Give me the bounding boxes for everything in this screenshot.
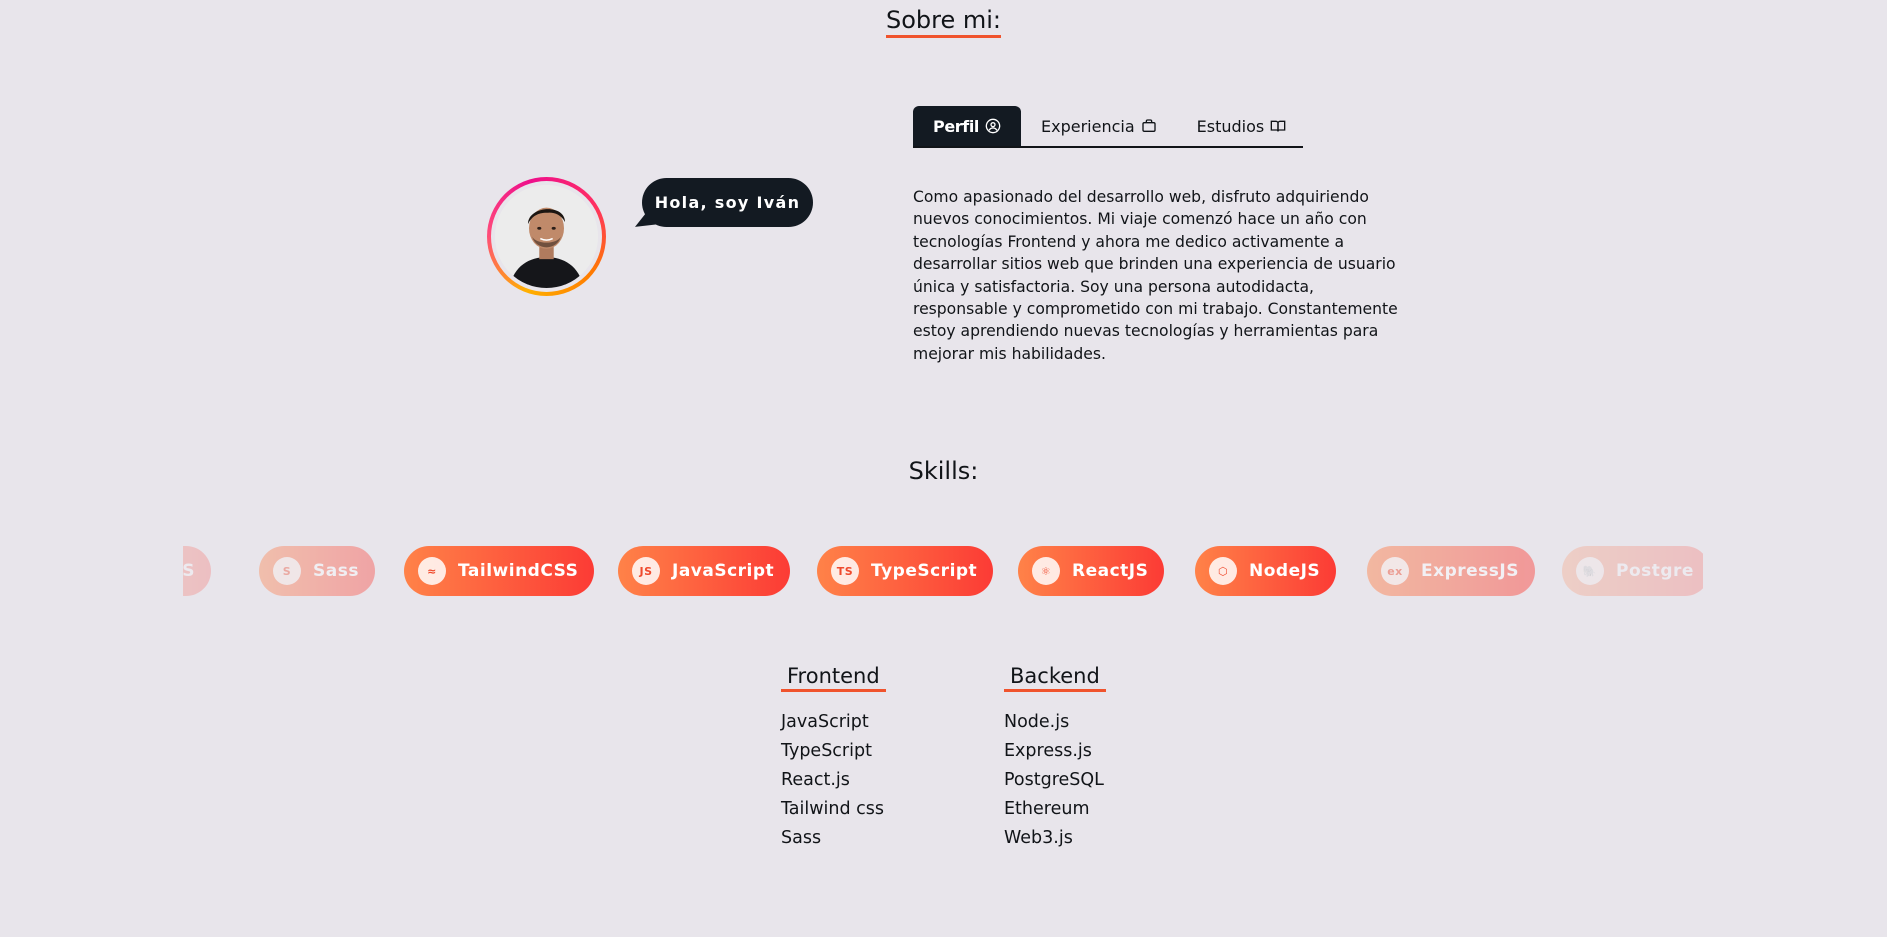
user-circle-icon	[985, 118, 1001, 134]
tab-experiencia-label: Experiencia	[1041, 116, 1135, 136]
frontend-list: JavaScript TypeScript React.js Tailwind …	[781, 708, 886, 853]
postgresql-icon: 🐘	[1576, 557, 1604, 585]
frontend-column: Frontend JavaScript TypeScript React.js …	[781, 664, 886, 853]
skill-pill-reactjs: ⚛ ReactJS	[1018, 546, 1165, 596]
skill-label: Sass	[313, 561, 359, 581]
list-item: TypeScript	[781, 741, 872, 761]
tab-estudios[interactable]: Estudios	[1177, 106, 1307, 146]
skill-label: ExpressJS	[1421, 561, 1519, 581]
list-item: React.js	[781, 770, 850, 790]
skill-pill-typescript: TS TypeScript	[817, 546, 994, 596]
greeting-text: Hola, soy Iván	[654, 193, 801, 212]
about-title-text: Sobre mi:	[885, 6, 1002, 38]
skill-label: TailwindCSS	[458, 561, 579, 581]
tab-perfil-label: Perfil	[933, 116, 979, 136]
tailwind-icon: ≈	[418, 557, 446, 585]
skills-carousel[interactable]: CSS S Sass ≈ TailwindCSS JS JavaScript T…	[183, 546, 1703, 598]
list-item: JavaScript	[781, 712, 869, 732]
skill-pill-expressjs: ex ExpressJS	[1367, 546, 1535, 596]
tab-estudios-label: Estudios	[1196, 116, 1265, 136]
backend-list: Node.js Express.js PostgreSQL Ethereum W…	[1004, 708, 1106, 853]
nodejs-icon: ⬡	[1209, 557, 1237, 585]
tab-perfil[interactable]: Perfil	[913, 106, 1021, 146]
skill-pill-javascript: JS JavaScript	[618, 546, 791, 596]
list-item: Tailwind css	[781, 799, 885, 819]
about-section-title: Sobre mi:	[0, 6, 1887, 38]
react-icon: ⚛	[1032, 557, 1060, 585]
skill-label: TypeScript	[871, 561, 978, 581]
skill-label: Postgre	[1616, 561, 1694, 581]
list-item: Express.js	[1004, 741, 1092, 761]
skill-pill-tailwindcss: ≈ TailwindCSS	[404, 546, 595, 596]
skill-pill-css: CSS	[183, 546, 212, 596]
javascript-icon: JS	[632, 557, 660, 585]
briefcase-icon	[1141, 119, 1156, 132]
list-item: PostgreSQL	[1004, 770, 1104, 790]
backend-column: Backend Node.js Express.js PostgreSQL Et…	[1004, 664, 1106, 853]
skill-label: NodeJS	[1249, 561, 1321, 581]
skill-pill-sass: S Sass	[259, 546, 375, 596]
skill-pill-postgresql: 🐘 Postgre	[1562, 546, 1703, 596]
profile-tabs: Perfil Experiencia Estudios	[913, 106, 1303, 148]
list-item: Node.js	[1004, 712, 1070, 732]
list-item: Web3.js	[1004, 828, 1073, 848]
skill-label: CSS	[183, 561, 196, 581]
profile-photo-illustration	[495, 185, 598, 288]
backend-title: Backend	[1004, 664, 1106, 692]
skill-label: JavaScript	[672, 561, 775, 581]
typescript-icon: TS	[831, 557, 859, 585]
skills-section-title: Skills:	[0, 457, 1887, 486]
avatar-photo	[495, 185, 598, 288]
frontend-title: Frontend	[781, 664, 886, 692]
book-icon	[1270, 120, 1286, 132]
sass-icon: S	[273, 557, 301, 585]
express-icon: ex	[1381, 557, 1409, 585]
profile-description: Como apasionado del desarrollo web, disf…	[913, 188, 1398, 363]
skills-title-text: Skills:	[908, 457, 979, 485]
skill-label: ReactJS	[1072, 561, 1149, 581]
list-item: Sass	[781, 828, 822, 848]
skill-pill-nodejs: ⬡ NodeJS	[1195, 546, 1337, 596]
avatar	[487, 177, 606, 296]
list-item: Ethereum	[1004, 799, 1090, 819]
greeting-bubble: Hola, soy Iván	[642, 178, 813, 227]
tab-experiencia[interactable]: Experiencia	[1021, 106, 1177, 146]
